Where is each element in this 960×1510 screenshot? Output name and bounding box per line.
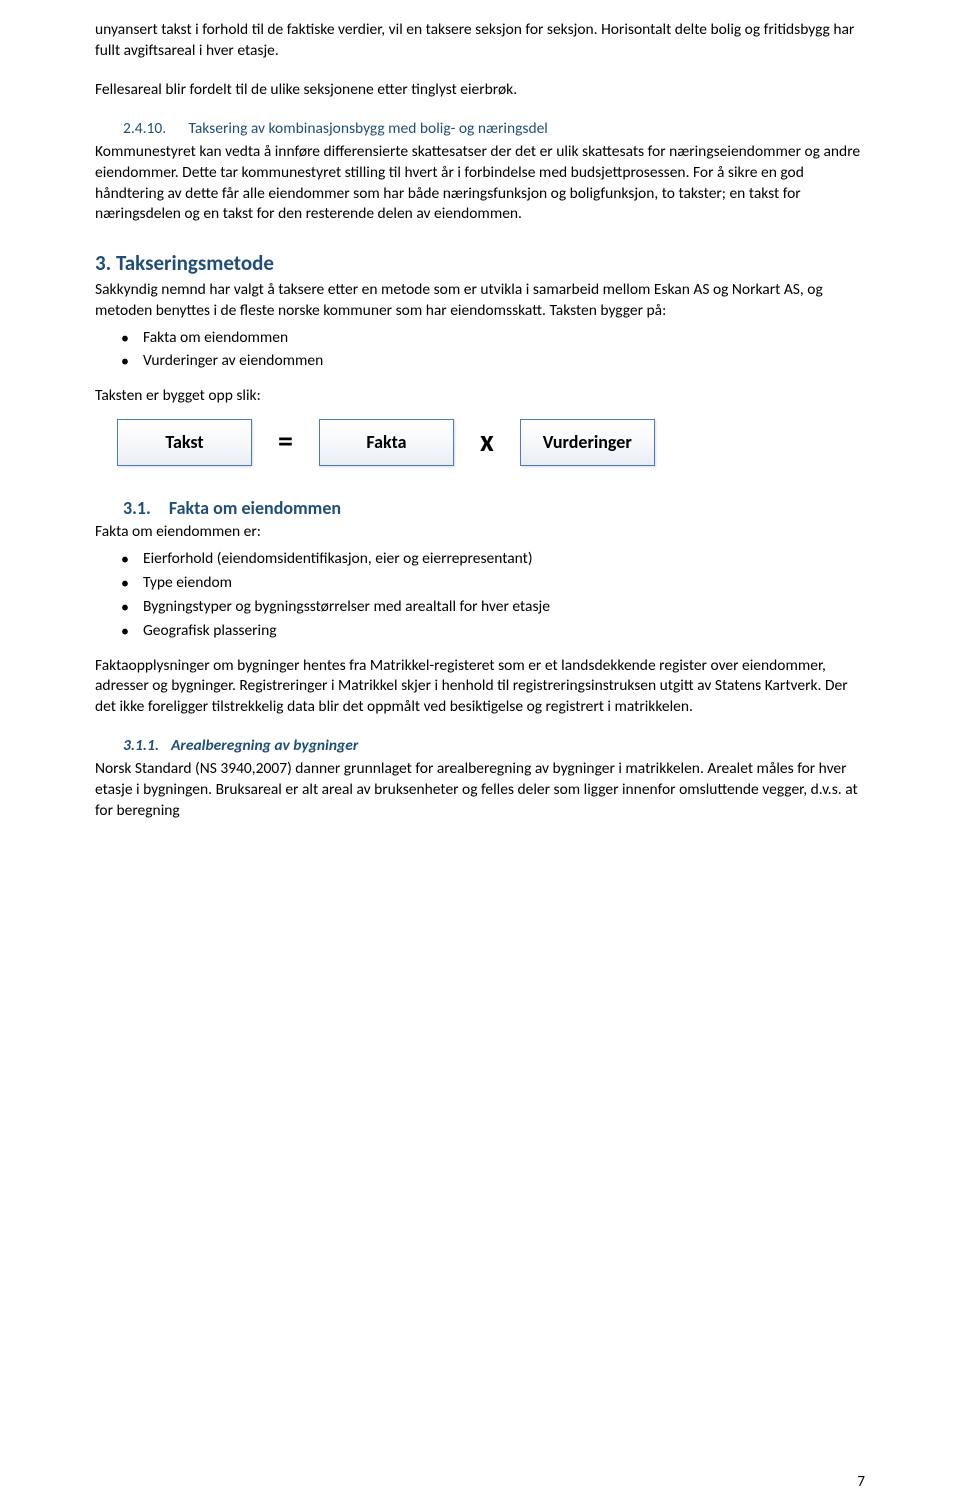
list-item: Eierforhold (eiendomsidentifikasjon, eie… [143, 549, 870, 570]
section-3-1-intro: Fakta om eiendommen er: [95, 522, 870, 543]
intro-paragraph-2: Fellesareal blir fordelt til de ulike se… [95, 80, 870, 101]
section-3-heading: 3. Takseringsmetode [95, 249, 870, 277]
section-3-intro-text: Sakkyndig nemnd har valgt å taksere ette… [95, 280, 823, 320]
bullet-text: Vurderinger av eiendommen [143, 351, 323, 370]
section-2-4-10-text: Kommunestyret kan vedta å innføre differ… [95, 142, 860, 224]
list-item: Type eiendom [143, 573, 870, 594]
bullet-text: Bygningstyper og bygningsstørrelser med … [143, 597, 550, 616]
section-3-1-body: Faktaopplysninger om bygninger hentes fr… [95, 656, 870, 719]
section-3-1-1-title: Arealberegning av bygninger [171, 736, 358, 755]
formula-box-takst: Takst [117, 419, 252, 465]
section-2-4-10-number: 2.4.10. [123, 119, 185, 140]
formula-row: Takst = Fakta x Vurderinger [117, 419, 870, 465]
bullet-text: Fakta om eiendommen [143, 328, 288, 347]
list-item: Fakta om eiendommen [143, 328, 870, 349]
section-3-1-1-heading: 3.1.1. Arealberegning av bygninger [95, 736, 870, 757]
section-3-1-text: Faktaopplysninger om bygninger hentes fr… [95, 656, 848, 717]
bullet-text: Eierforhold (eiendomsidentifikasjon, eie… [143, 549, 533, 568]
section-3-intro: Sakkyndig nemnd har valgt å taksere ette… [95, 280, 870, 322]
section-3-1-heading: 3.1. Fakta om eiendommen [95, 496, 870, 520]
bullet-text: Type eiendom [143, 573, 232, 592]
section-3-1-1-text: Norsk Standard (NS 3940,2007) danner gru… [95, 759, 858, 820]
section-2-4-10-title: Taksering av kombinasjonsbygg med bolig-… [189, 119, 548, 138]
formula-box-vurderinger: Vurderinger [520, 419, 655, 465]
section-3-1-bullet-list: Eierforhold (eiendomsidentifikasjon, eie… [95, 549, 870, 642]
section-2-4-10-body: Kommunestyret kan vedta å innføre differ… [95, 142, 870, 226]
intro-paragraph-1: unyansert takst i forhold til de faktisk… [95, 20, 870, 62]
multiply-operator: x [476, 422, 498, 463]
bullet-text: Geografisk plassering [143, 621, 277, 640]
intro-text-1b: Fellesareal blir fordelt til de ulike se… [95, 80, 517, 99]
section-3-1-1-number: 3.1.1. [123, 736, 159, 755]
section-3-1-title: Fakta om eiendommen [169, 497, 341, 519]
section-3-1-number: 3.1. [123, 497, 151, 519]
list-item: Vurderinger av eiendommen [143, 351, 870, 372]
section-2-4-10-heading: 2.4.10. Taksering av kombinasjonsbygg me… [95, 119, 870, 140]
page-number: 7 [857, 1472, 865, 1492]
formula-intro: Taksten er bygget opp slik: [95, 386, 870, 407]
formula-box-fakta: Fakta [319, 419, 454, 465]
intro-text-1a: unyansert takst i forhold til de faktisk… [95, 20, 854, 60]
list-item: Bygningstyper og bygningsstørrelser med … [143, 597, 870, 618]
equals-operator: = [274, 422, 297, 463]
section-3-1-1-body: Norsk Standard (NS 3940,2007) danner gru… [95, 759, 870, 822]
section-3-bullet-list: Fakta om eiendommen Vurderinger av eiend… [95, 328, 870, 373]
list-item: Geografisk plassering [143, 621, 870, 642]
